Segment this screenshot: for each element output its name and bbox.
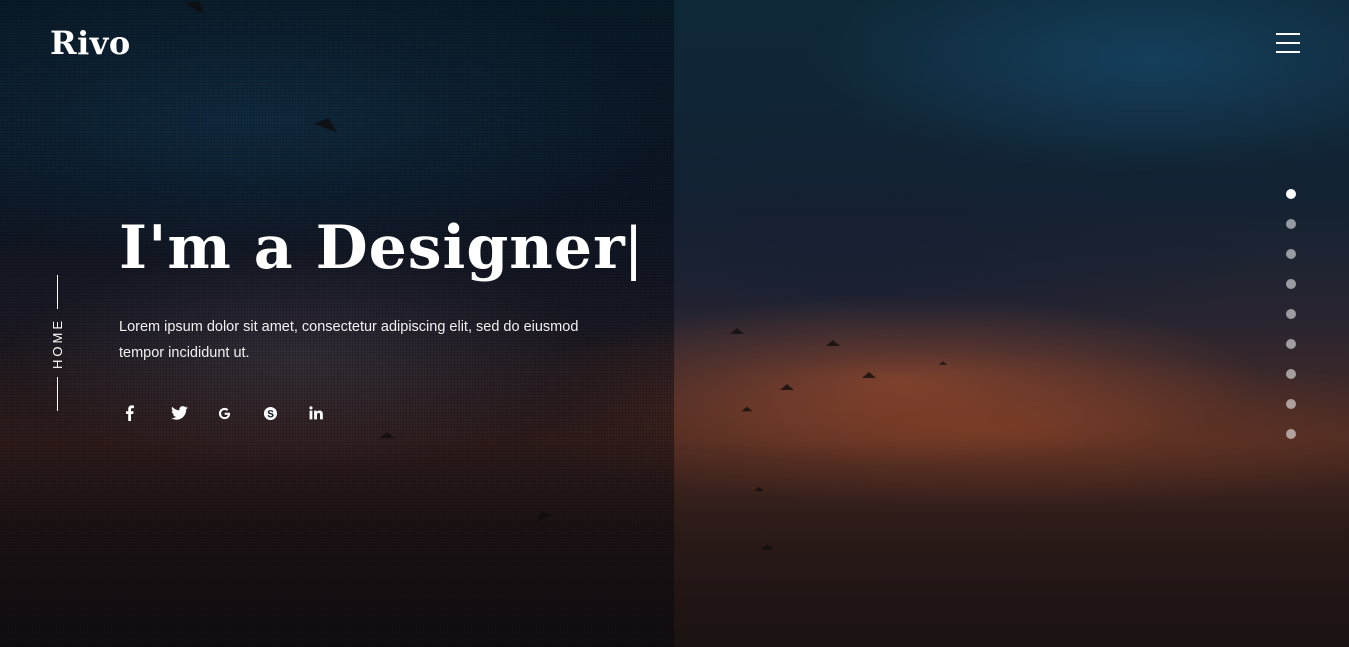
section-indicator: HOME <box>44 275 70 411</box>
slider-dot[interactable] <box>1286 279 1296 289</box>
twitter-link[interactable] <box>171 400 217 426</box>
slider-dot[interactable] <box>1286 399 1296 409</box>
google-icon <box>217 406 232 421</box>
menu-button[interactable] <box>1276 33 1300 53</box>
brand-logo[interactable]: Rivo <box>50 24 131 62</box>
slider-dot[interactable] <box>1286 309 1296 319</box>
facebook-icon <box>125 405 134 421</box>
hero-description: Lorem ipsum dolor sit amet, consectetur … <box>119 319 579 361</box>
hamburger-icon <box>1276 33 1300 35</box>
twitter-icon <box>171 406 188 420</box>
slider-dot[interactable] <box>1286 219 1296 229</box>
slider-dot[interactable] <box>1286 189 1296 199</box>
slider-dot[interactable] <box>1286 339 1296 349</box>
linkedin-link[interactable] <box>309 400 355 426</box>
google-link[interactable] <box>217 400 263 426</box>
social-links <box>125 400 355 426</box>
facebook-link[interactable] <box>125 400 171 426</box>
slider-dot[interactable] <box>1286 369 1296 379</box>
skype-icon <box>263 406 278 421</box>
divider <box>56 275 58 309</box>
divider <box>56 377 58 411</box>
slider-pagination <box>1286 189 1296 439</box>
slider-dot[interactable] <box>1286 429 1296 439</box>
skype-link[interactable] <box>263 400 309 426</box>
headline-text: I'm a Designer <box>119 213 626 283</box>
slider-dot[interactable] <box>1286 249 1296 259</box>
section-label: HOME <box>49 317 65 369</box>
linkedin-icon <box>309 406 323 420</box>
hero-headline: I'm a Designer| <box>119 210 642 286</box>
typing-cursor: | <box>625 214 643 281</box>
